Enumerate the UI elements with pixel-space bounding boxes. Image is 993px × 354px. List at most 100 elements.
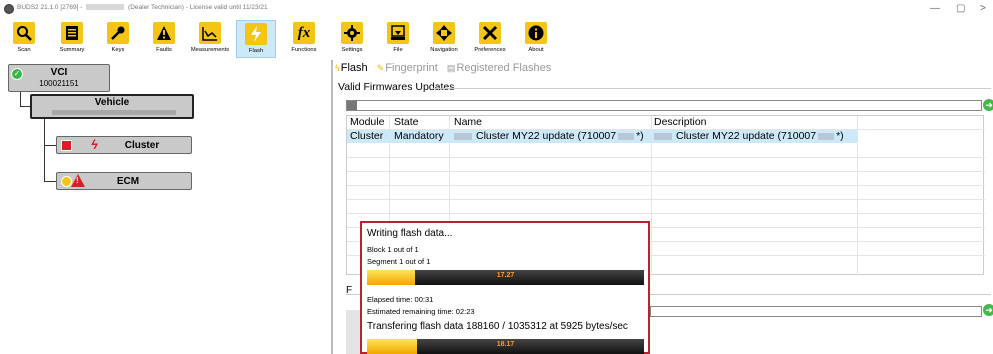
tree-node-cluster[interactable]: ϟ Cluster [56, 136, 192, 154]
device-tree: ✓ VCI 100021151 Vehicle ϟ Cluster ! ECM [0, 60, 330, 354]
segment-progress-value: 17.27 [496, 272, 515, 279]
tree-connector [20, 106, 30, 107]
navigation-icon [433, 22, 455, 44]
toolbar-keys[interactable]: Keys [98, 20, 138, 58]
title-prefix: BUDS2 21.1.0 [2769] - [17, 4, 83, 11]
summary-icon [61, 22, 83, 44]
tab-fingerprint[interactable]: ✎Fingerprint [377, 62, 438, 74]
toolbar-functions-label: Functions [291, 47, 317, 53]
cell-description: Cluster MY22 update (710007 *) [654, 130, 844, 142]
remaining-time: Estimated remaining time: 02:23 [367, 307, 475, 316]
total-progress-bar: 18.17 [367, 339, 644, 354]
file-icon [387, 22, 409, 44]
refresh-icon[interactable]: ➜ [983, 304, 993, 316]
maximize-button[interactable]: ▢ [956, 3, 965, 14]
elapsed-time: Elapsed time: 00:31 [367, 295, 434, 304]
preferences-icon [479, 22, 501, 44]
tree-node-vci[interactable]: ✓ VCI 100021151 [8, 64, 110, 92]
toolbar-navigation[interactable]: Navigation [424, 20, 464, 58]
row-divider [347, 185, 985, 186]
ecm-label: ECM [116, 176, 140, 187]
row-divider [347, 213, 985, 214]
col-header-state[interactable]: State [394, 116, 419, 129]
close-button[interactable]: > [980, 3, 986, 14]
toolbar-summary[interactable]: Summary [52, 20, 92, 58]
toolbar-about[interactable]: About [516, 20, 556, 58]
cell-name-text: Cluster MY22 update (710007 [476, 130, 617, 142]
tree-node-ecm[interactable]: ! ECM [56, 172, 192, 190]
toolbar-measurements-label: Measurements [190, 47, 230, 53]
scan-icon [13, 22, 35, 44]
toolbar-measurements[interactable]: Measurements [190, 20, 230, 58]
total-progress-value: 18.17 [496, 341, 515, 348]
flash-progress-dialog: Writing flash data... Block 1 out of 1 S… [360, 221, 650, 354]
keys-icon [107, 22, 129, 44]
redacted-text [654, 132, 672, 140]
col-header-name[interactable]: Name [454, 116, 482, 129]
vehicle-label: Vehicle [94, 97, 130, 108]
cell-name: Cluster MY22 update (710007 *) [454, 130, 644, 142]
app-icon [4, 4, 14, 14]
cell-name-end: *) [636, 130, 644, 142]
functions-icon: fx [293, 22, 315, 44]
settings-icon [341, 22, 363, 44]
cell-module: Cluster [350, 130, 384, 142]
tab-flash-label: Flash [340, 62, 368, 74]
title-role: (Dealer Technician) [128, 4, 184, 11]
progress-segment: Segment 1 out of 1 [367, 257, 431, 266]
tree-node-vehicle[interactable]: Vehicle [30, 94, 194, 119]
tab-fingerprint-label: Fingerprint [385, 62, 438, 74]
firmware-search-input[interactable] [346, 100, 982, 111]
vci-label: VCI [50, 67, 68, 78]
tab-registered-label: Registered Flashes [456, 62, 552, 74]
refresh-icon[interactable]: ➜ [983, 99, 993, 111]
toolbar-navigation-label: Navigation [430, 47, 458, 53]
fingerprint-icon: ✎ [376, 63, 385, 73]
toolbar-scan[interactable]: Scan [4, 20, 44, 58]
toolbar-flash[interactable]: Flash [236, 20, 276, 58]
redacted-text [618, 132, 635, 140]
tree-connector [20, 92, 21, 106]
registered-icon: ▤ [446, 63, 456, 73]
about-icon [525, 22, 547, 44]
toolbar-settings-label: Settings [341, 47, 363, 53]
panel-splitter[interactable] [331, 60, 333, 354]
window-title: BUDS2 21.1.0 [2769] - (Dealer Technician… [17, 4, 268, 11]
flash-icon [245, 23, 267, 45]
col-divider [857, 116, 858, 276]
toolbar-faults[interactable]: Faults [144, 20, 184, 58]
redacted-username [86, 4, 125, 11]
tree-connector [44, 181, 56, 182]
col-header-module[interactable]: Module [350, 116, 384, 129]
transfer-status: Transfering flash data 188160 / 1035312 … [367, 321, 628, 332]
section-divider [433, 88, 991, 89]
row-divider [347, 199, 985, 200]
lower-search-input[interactable] [650, 306, 982, 317]
progress-heading: Writing flash data... [367, 228, 453, 239]
redacted-text [454, 132, 472, 140]
cell-state: Mandatory [394, 130, 444, 142]
row-divider [347, 157, 985, 158]
cluster-label: Cluster [124, 140, 160, 151]
vci-serial: 100021151 [39, 79, 79, 88]
main-toolbar: Scan Summary Keys Faults Measurements Fl… [0, 18, 993, 60]
tab-registered-flashes[interactable]: ▤Registered Flashes [447, 62, 551, 74]
title-suffix: - License valid until 11/23/21 [183, 4, 268, 11]
flash-tab-icon: ϟ [335, 63, 340, 73]
toolbar-settings[interactable]: Settings [332, 20, 372, 58]
col-header-description[interactable]: Description [654, 116, 707, 129]
minimize-button[interactable]: — [930, 3, 940, 14]
search-icon[interactable] [347, 101, 357, 110]
tab-flash[interactable]: ϟFlash [335, 62, 368, 74]
toolbar-summary-label: Summary [59, 47, 85, 53]
toolbar-flash-label: Flash [248, 48, 264, 54]
toolbar-functions[interactable]: fx Functions [284, 20, 324, 58]
firmware-section-title: Valid Firmwares Updates [338, 81, 455, 93]
toolbar-file-label: File [393, 47, 403, 53]
redacted-vin [52, 110, 176, 115]
row-divider [347, 171, 985, 172]
progress-block: Block 1 out of 1 [367, 245, 419, 254]
flash-tabs: ϟFlash ✎Fingerprint ▤Registered Flashes [335, 62, 557, 74]
toolbar-file[interactable]: File [378, 20, 418, 58]
toolbar-preferences[interactable]: Preferences [470, 20, 510, 58]
